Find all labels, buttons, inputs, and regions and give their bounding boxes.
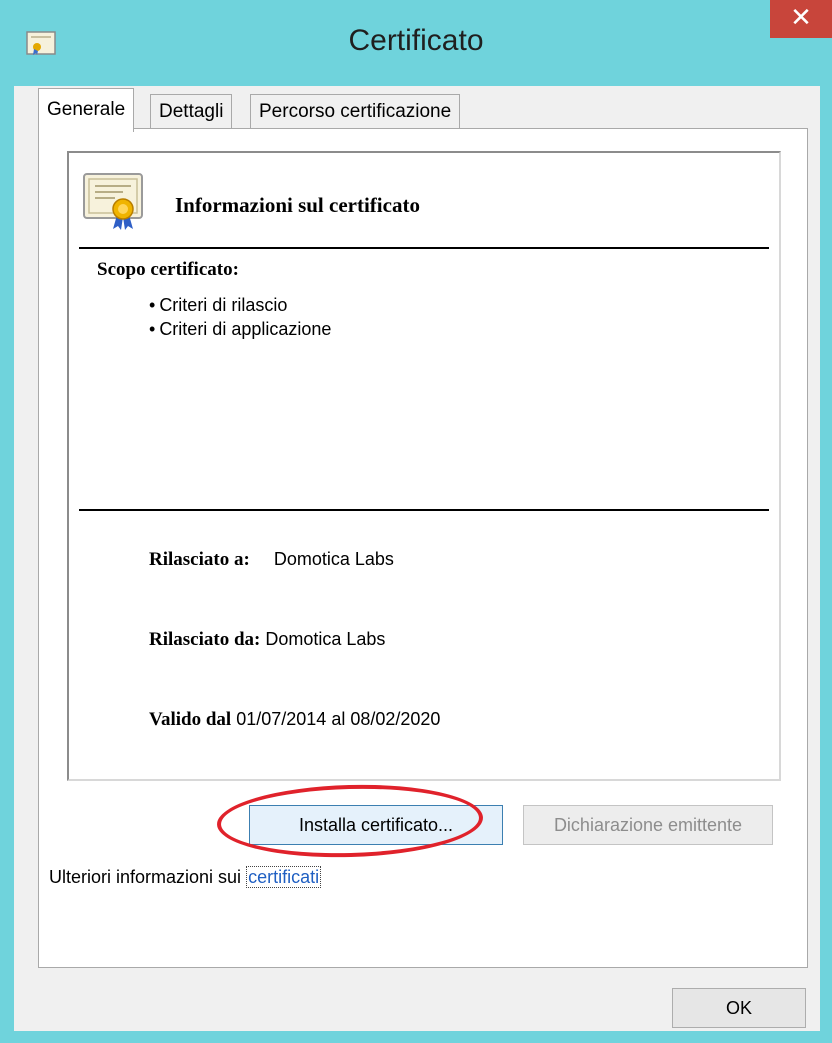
issued-to-value: Domotica Labs	[273, 549, 394, 569]
valid-to-label: al	[331, 709, 346, 729]
list-item: Criteri di rilascio	[149, 293, 331, 317]
close-button[interactable]: ✕	[770, 0, 832, 38]
issued-to-label: Rilasciato a:	[149, 549, 250, 570]
validity-field: Valido dal 01/07/2014 al 08/02/2020	[149, 709, 440, 731]
divider-bottom	[79, 509, 769, 511]
install-certificate-button[interactable]: Installa certificato...	[249, 805, 503, 845]
tab-dettagli[interactable]: Dettagli	[150, 94, 233, 130]
ok-button[interactable]: OK	[672, 988, 806, 1028]
info-header: Informazioni sul certificato	[175, 193, 420, 217]
certificate-window: Certificato ✕ Generale Dettagli Percorso…	[0, 0, 832, 1043]
issued-by-label: Rilasciato da:	[149, 629, 261, 650]
valid-to-value: 08/02/2020	[350, 709, 441, 729]
certificate-icon	[81, 171, 145, 231]
window-title: Certificato	[348, 24, 484, 57]
issued-by-value: Domotica Labs	[265, 629, 386, 649]
tab-panel-generale: Informazioni sul certificato Scopo certi…	[38, 128, 808, 968]
purpose-list: Criteri di rilascio Criteri di applicazi…	[149, 293, 331, 341]
more-info-text: Ulteriori informazioni sui certificati	[49, 866, 322, 888]
certificates-link[interactable]: certificati	[246, 866, 322, 888]
divider-top	[79, 247, 769, 249]
purpose-label: Scopo certificato:	[97, 259, 239, 280]
valid-from-label: Valido dal	[149, 709, 232, 730]
dialog-client-area: Generale Dettagli Percorso certificazion…	[14, 86, 820, 1031]
tab-generale[interactable]: Generale	[38, 88, 135, 132]
issuer-statement-button[interactable]: Dichiarazione emittente	[523, 805, 773, 845]
tab-strip: Generale Dettagli Percorso certificazion…	[38, 88, 798, 132]
tab-percorso-certificazione[interactable]: Percorso certificazione	[250, 94, 461, 130]
valid-from-value: 01/07/2014	[236, 709, 327, 729]
more-info-label: Ulteriori informazioni sui	[49, 867, 242, 887]
issued-to-field: Rilasciato a: Domotica Labs	[149, 549, 394, 571]
title-bar[interactable]: Certificato ✕	[0, 0, 832, 86]
list-item: Criteri di applicazione	[149, 317, 331, 341]
certificate-info-box: Informazioni sul certificato Scopo certi…	[67, 151, 781, 781]
close-icon: ✕	[790, 3, 812, 33]
issued-by-field: Rilasciato da: Domotica Labs	[149, 629, 385, 651]
